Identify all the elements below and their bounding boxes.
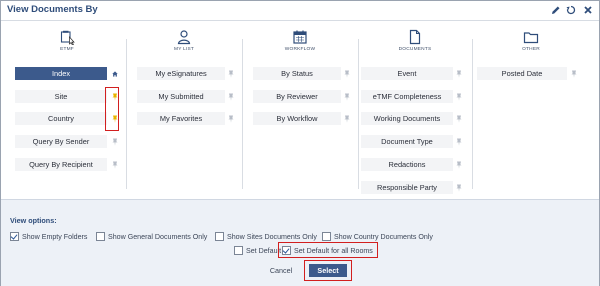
column-header-my-list: MY LIST xyxy=(127,29,241,52)
column-label-my-list: MY LIST xyxy=(174,47,194,52)
pin-icon[interactable] xyxy=(455,183,463,192)
column-label-etmf: ETMF xyxy=(60,47,74,52)
highlight-box xyxy=(105,87,119,131)
pin-icon[interactable] xyxy=(227,114,235,123)
view-option-my-favorites[interactable]: My Favorites xyxy=(137,112,225,125)
view-option-by-status[interactable]: By Status xyxy=(253,67,341,80)
checkbox-label: Show Empty Folders xyxy=(22,232,88,241)
view-by-columns: ETMF Index Site Country Query By Sender … xyxy=(1,21,599,199)
dialog-title: View Documents By xyxy=(7,4,98,15)
pin-icon[interactable] xyxy=(570,69,578,78)
pin-icon[interactable] xyxy=(343,114,351,123)
view-option-posted-date[interactable]: Posted Date xyxy=(477,67,567,80)
pin-icon[interactable] xyxy=(111,160,119,169)
pin-icon[interactable] xyxy=(343,92,351,101)
set-default-checkbox[interactable]: Set Default xyxy=(234,246,281,255)
pin-icon[interactable] xyxy=(455,160,463,169)
view-option-by-reviewer[interactable]: By Reviewer xyxy=(253,90,341,103)
column-documents: DOCUMENTS Event eTMF Completeness Workin… xyxy=(359,21,471,199)
view-options-panel: View options: Show Empty Folders Show Ge… xyxy=(1,199,599,286)
view-option-country[interactable]: Country xyxy=(15,112,107,125)
show-empty-folders-checkbox[interactable]: Show Empty Folders xyxy=(10,232,87,241)
view-option-my-submitted[interactable]: My Submitted xyxy=(137,90,225,103)
home-icon[interactable] xyxy=(111,69,119,78)
checkbox-box[interactable] xyxy=(215,232,224,241)
column-header-other: OTHER xyxy=(473,29,589,52)
pin-icon[interactable] xyxy=(111,137,119,146)
pin-icon[interactable] xyxy=(455,114,463,123)
checkbox-label: Show Sites Documents Only xyxy=(227,232,317,241)
dialog-titlebar: View Documents By xyxy=(1,1,599,21)
close-icon[interactable] xyxy=(582,4,594,16)
checkbox-box[interactable] xyxy=(96,232,105,241)
column-workflow: WORKFLOW By Status By Reviewer By Workfl… xyxy=(243,21,357,199)
view-option-etmf-completeness[interactable]: eTMF Completeness xyxy=(361,90,453,103)
view-option-working-documents[interactable]: Working Documents xyxy=(361,112,453,125)
column-label-other: OTHER xyxy=(522,47,540,52)
view-option-redactions[interactable]: Redactions xyxy=(361,158,453,171)
column-label-documents: DOCUMENTS xyxy=(398,47,432,52)
checkbox-label: Show Country Documents Only xyxy=(334,232,433,241)
pin-icon[interactable] xyxy=(455,69,463,78)
view-option-responsible-party[interactable]: Responsible Party xyxy=(361,181,453,194)
view-options-label: View options: xyxy=(10,216,57,225)
view-option-query-by-recipient[interactable]: Query By Recipient xyxy=(15,158,107,171)
column-label-workflow: WORKFLOW xyxy=(284,47,316,52)
checkbox-label: Show General Documents Only xyxy=(108,232,208,241)
folder-icon xyxy=(523,32,539,44)
pin-icon[interactable] xyxy=(455,92,463,101)
show-general-documents-only-checkbox[interactable]: Show General Documents Only xyxy=(96,232,207,241)
highlight-box xyxy=(304,260,352,281)
checkbox-box[interactable] xyxy=(322,232,331,241)
view-option-index[interactable]: Index xyxy=(15,67,107,80)
calendar-icon xyxy=(293,30,307,44)
edit-icon[interactable] xyxy=(550,4,562,16)
highlight-box xyxy=(278,242,378,258)
etmf-binder-icon xyxy=(60,30,75,45)
column-header-etmf: ETMF xyxy=(9,29,125,52)
view-option-site[interactable]: Site xyxy=(15,90,107,103)
pin-icon[interactable] xyxy=(455,137,463,146)
view-option-query-by-sender[interactable]: Query By Sender xyxy=(15,135,107,148)
column-other: OTHER Posted Date xyxy=(473,21,589,199)
view-option-document-type[interactable]: Document Type xyxy=(361,135,453,148)
column-header-workflow: WORKFLOW xyxy=(243,29,357,52)
view-option-my-esignatures[interactable]: My eSignatures xyxy=(137,67,225,80)
show-sites-documents-only-checkbox[interactable]: Show Sites Documents Only xyxy=(215,232,317,241)
checkbox-label: Set Default xyxy=(246,246,282,255)
show-country-documents-only-checkbox[interactable]: Show Country Documents Only xyxy=(322,232,433,241)
view-option-by-workflow[interactable]: By Workflow xyxy=(253,112,341,125)
view-documents-dialog: View Documents By ETMF Index Site Countr… xyxy=(0,0,600,286)
pin-icon[interactable] xyxy=(343,69,351,78)
view-option-event[interactable]: Event xyxy=(361,67,453,80)
checkbox-box[interactable] xyxy=(10,232,19,241)
pin-icon[interactable] xyxy=(227,69,235,78)
column-header-documents: DOCUMENTS xyxy=(359,29,471,52)
user-icon xyxy=(177,30,191,45)
column-my-list: MY LIST My eSignatures My Submitted My F… xyxy=(127,21,241,199)
pin-icon[interactable] xyxy=(227,92,235,101)
document-icon xyxy=(409,29,421,45)
cancel-button[interactable]: Cancel xyxy=(263,264,299,277)
reset-icon[interactable] xyxy=(565,4,577,16)
checkbox-box[interactable] xyxy=(234,246,243,255)
